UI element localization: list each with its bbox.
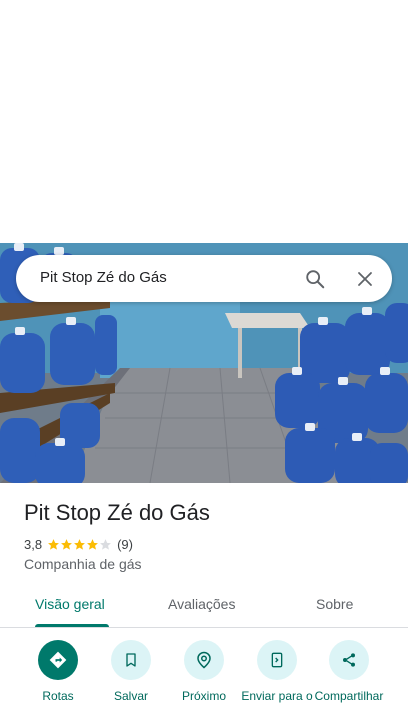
share-icon[interactable] [329, 640, 369, 680]
rating-value: 3,8 [24, 536, 43, 552]
active-tab-indicator [35, 624, 109, 627]
search-icon[interactable] [302, 266, 328, 292]
search-query-text[interactable]: Pit Stop Zé do Gás [40, 269, 167, 286]
directions-label: Rotas [42, 689, 74, 703]
nearby-label: Próximo [181, 689, 226, 703]
save-label: Salvar [113, 689, 148, 703]
map-area-blank [0, 0, 408, 243]
tab-reviews[interactable]: Avaliações [168, 596, 235, 612]
star-icon [48, 538, 59, 550]
star-icon [74, 538, 85, 550]
directions-icon[interactable] [38, 640, 78, 680]
rating-row[interactable]: 3,8 (9) [24, 536, 133, 552]
star-icon [87, 538, 98, 550]
review-count: (9) [117, 536, 133, 552]
search-bar[interactable]: Pit Stop Zé do Gás [16, 255, 392, 302]
send-to-phone-label: Enviar para o [241, 689, 313, 703]
bookmark-icon[interactable] [111, 640, 151, 680]
star-icon [61, 538, 72, 550]
share-label: Compartilhar [314, 689, 384, 703]
star-empty-icon [100, 538, 111, 550]
send-to-phone-icon[interactable] [257, 640, 297, 680]
send-to-phone-button[interactable]: Enviar para o [237, 640, 317, 703]
close-icon[interactable] [352, 266, 378, 292]
place-category: Companhia de gás [24, 556, 142, 572]
tab-overview[interactable]: Visão geral [35, 596, 105, 612]
directions-button[interactable]: Rotas [18, 640, 98, 703]
place-name: Pit Stop Zé do Gás [24, 500, 210, 525]
share-button[interactable]: Compartilhar [309, 640, 389, 703]
nearby-button[interactable]: Próximo [164, 640, 244, 703]
action-buttons: Rotas Salvar Próximo Enviar para o Compa… [0, 640, 408, 726]
rating-stars [47, 538, 112, 551]
nearby-icon[interactable] [184, 640, 224, 680]
tab-bar: Visão geral Avaliações Sobre [0, 584, 408, 628]
save-button[interactable]: Salvar [91, 640, 171, 703]
tab-about[interactable]: Sobre [316, 596, 353, 612]
